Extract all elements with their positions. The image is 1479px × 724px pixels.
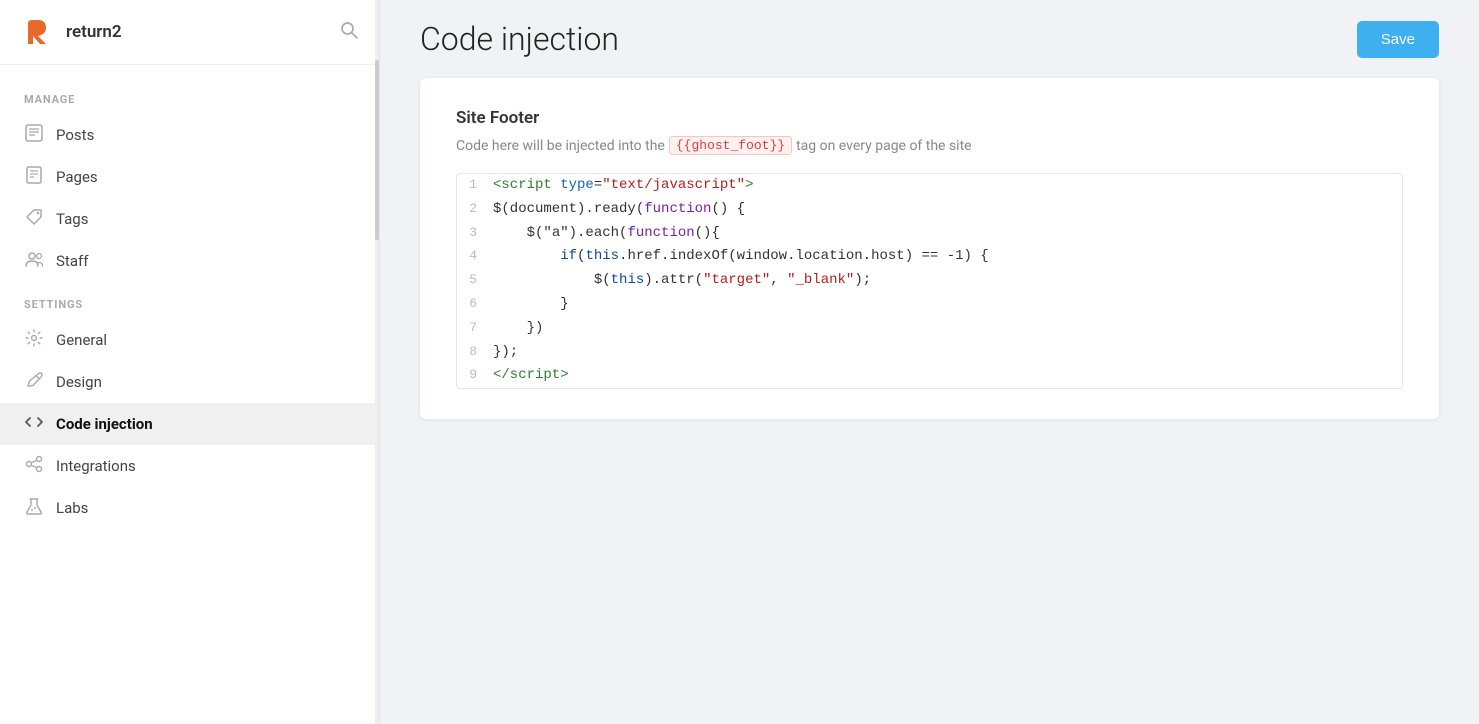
code-editor[interactable]: 1<script type="text/javascript">2$(docum… (456, 173, 1403, 389)
sidebar-scrollbar-thumb (375, 60, 379, 240)
table-row: 5 $(this).attr("target", "_blank"); (457, 269, 1402, 293)
main-body: Site Footer Code here will be injected i… (380, 78, 1479, 724)
sidebar-item-integrations[interactable]: Integrations (0, 445, 379, 487)
sidebar: return2 MANAGE Posts (0, 0, 380, 724)
line-number: 1 (457, 174, 493, 196)
line-content: $("a").each(function(){ (493, 222, 1402, 246)
sidebar-item-labs-label: Labs (56, 499, 88, 517)
sidebar-item-staff[interactable]: Staff (0, 240, 379, 282)
table-row: 3 $("a").each(function(){ (457, 222, 1402, 246)
manage-label: MANAGE (0, 93, 379, 114)
line-content: }); (493, 341, 1402, 365)
line-number: 6 (457, 293, 493, 315)
design-icon (24, 371, 44, 393)
app-logo-text: return2 (66, 22, 122, 42)
sidebar-item-general[interactable]: General (0, 319, 379, 361)
labs-icon (24, 497, 44, 519)
table-row: 4 if(this.href.indexOf(window.location.h… (457, 245, 1402, 269)
integrations-icon (24, 455, 44, 477)
description-after: tag on every page of the site (796, 138, 972, 154)
sidebar-item-tags-label: Tags (56, 210, 88, 228)
pages-icon (24, 166, 44, 188)
line-number: 2 (457, 198, 493, 220)
general-icon (24, 329, 44, 351)
line-content: $(document).ready(function() { (493, 198, 1402, 222)
table-row: 7 }) (457, 317, 1402, 341)
sidebar-item-pages-label: Pages (56, 168, 98, 186)
ghost-foot-tag: {{ghost_foot}} (669, 136, 792, 155)
line-content: }) (493, 317, 1402, 341)
line-content: <script type="text/javascript"> (493, 174, 1402, 198)
line-number: 8 (457, 341, 493, 363)
sidebar-item-posts-label: Posts (56, 126, 94, 144)
sidebar-item-design-label: Design (56, 373, 102, 391)
site-footer-description: Code here will be injected into the {{gh… (456, 136, 1403, 155)
posts-icon (24, 124, 44, 146)
sidebar-item-integrations-label: Integrations (56, 457, 136, 475)
sidebar-item-pages[interactable]: Pages (0, 156, 379, 198)
table-row: 1<script type="text/javascript"> (457, 174, 1402, 198)
sidebar-item-code-injection[interactable]: Code injection (0, 403, 379, 445)
line-content: $(this).attr("target", "_blank"); (493, 269, 1402, 293)
page-title: Code injection (420, 20, 619, 58)
search-icon[interactable] (339, 20, 359, 45)
app-logo-icon (20, 14, 56, 50)
line-number: 5 (457, 269, 493, 291)
table-row: 6 } (457, 293, 1402, 317)
sidebar-header: return2 (0, 0, 379, 65)
line-number: 9 (457, 364, 493, 386)
line-number: 3 (457, 222, 493, 244)
code-injection-icon (24, 413, 44, 435)
settings-label: SETTINGS (0, 298, 379, 319)
logo-area: return2 (20, 14, 122, 50)
table-row: 8}); (457, 341, 1402, 365)
site-footer-card: Site Footer Code here will be injected i… (420, 78, 1439, 419)
description-before: Code here will be injected into the (456, 138, 665, 154)
sidebar-item-general-label: General (56, 331, 107, 349)
staff-icon (24, 250, 44, 272)
line-number: 4 (457, 245, 493, 267)
tags-icon (24, 208, 44, 230)
save-button[interactable]: Save (1357, 21, 1439, 58)
main-header: Code injection Save (380, 0, 1479, 78)
sidebar-item-posts[interactable]: Posts (0, 114, 379, 156)
sidebar-item-design[interactable]: Design (0, 361, 379, 403)
line-number: 7 (457, 317, 493, 339)
line-content: } (493, 293, 1402, 317)
sidebar-nav: MANAGE Posts Pages (0, 65, 379, 724)
line-content: if(this.href.indexOf(window.location.hos… (493, 245, 1402, 269)
site-footer-title: Site Footer (456, 108, 1403, 128)
sidebar-item-code-injection-label: Code injection (56, 415, 153, 433)
line-content: </script> (493, 364, 1402, 388)
sidebar-item-staff-label: Staff (56, 252, 88, 270)
sidebar-scrollbar (375, 0, 379, 724)
sidebar-item-tags[interactable]: Tags (0, 198, 379, 240)
table-row: 2$(document).ready(function() { (457, 198, 1402, 222)
table-row: 9</script> (457, 364, 1402, 388)
sidebar-item-labs[interactable]: Labs (0, 487, 379, 529)
main-content-area: Code injection Save Site Footer Code her… (380, 0, 1479, 724)
